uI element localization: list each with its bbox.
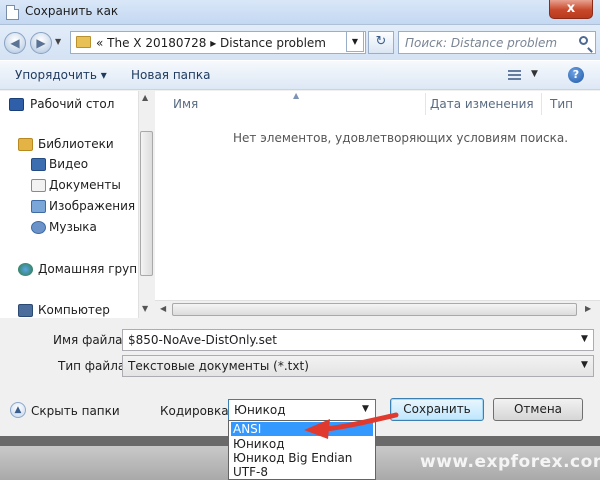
navigation-bar: ◀ ▶ ▼ « The X 20180728 ▸ Distance proble… (0, 25, 600, 60)
watermark: www.expforex.com (420, 452, 600, 472)
images-icon (31, 200, 46, 213)
scroll-down-icon[interactable]: ▼ (142, 304, 148, 313)
savetype-value: Текстовые документы (*.txt) (128, 359, 309, 373)
documents-icon (31, 179, 46, 192)
window-title: Сохранить как (25, 4, 119, 18)
computer-icon (18, 304, 33, 317)
taskbar-strip (0, 446, 228, 480)
back-button[interactable]: ◀ (4, 32, 26, 54)
nav-item-documents[interactable]: Документы (31, 178, 121, 192)
encoding-option-utf8[interactable]: UTF-8 (231, 465, 373, 479)
save-button[interactable]: Сохранить (390, 398, 484, 421)
homegroup-icon (18, 263, 33, 276)
filename-label: Имя файла: (53, 333, 127, 347)
nav-item-computer[interactable]: Компьютер (18, 303, 110, 317)
nav-item-music[interactable]: Музыка (31, 220, 97, 234)
scroll-right-icon[interactable]: ▶ (585, 304, 591, 313)
address-bar[interactable]: « The X 20180728 ▸ Distance problem (70, 31, 366, 54)
empty-search-message: Нет элементов, удовлетворяющих условиям … (233, 131, 569, 145)
encoding-option-unicode-big-endian[interactable]: Юникод Big Endian (231, 451, 373, 465)
address-breadcrumb[interactable]: « The X 20180728 ▸ Distance problem (96, 36, 326, 50)
scrollbar-thumb[interactable] (140, 131, 153, 276)
organize-button[interactable]: Упорядочить ▾ (15, 68, 107, 82)
file-list[interactable]: ▲ Имя Дата изменения Тип Нет элементов, … (155, 91, 600, 318)
folder-icon (76, 36, 91, 48)
window-frame-strip (376, 436, 600, 446)
cancel-button[interactable]: Отмена (493, 398, 583, 421)
video-icon (31, 158, 46, 171)
recent-locations-dropdown-icon[interactable]: ▼ (55, 37, 61, 46)
column-divider[interactable] (425, 93, 426, 115)
hide-folders-label: Скрыть папки (31, 404, 120, 418)
filename-field[interactable]: $850-NoAve-DistOnly.set ▼ (122, 329, 594, 351)
nav-pane-scrollbar[interactable]: ▲ ▼ (138, 91, 154, 318)
file-list-hscrollbar[interactable]: ◀ ▶ (155, 300, 600, 318)
red-arrow-annotation (304, 412, 399, 439)
savetype-dropdown-icon[interactable]: ▼ (581, 360, 588, 370)
scroll-up-icon[interactable]: ▲ (142, 93, 148, 102)
nav-item-libraries[interactable]: Библиотеки (18, 137, 114, 151)
savetype-select[interactable]: Текстовые документы (*.txt) ▼ (122, 355, 594, 377)
filename-value[interactable]: $850-NoAve-DistOnly.set (128, 333, 277, 347)
notepad-icon (6, 5, 19, 20)
close-button[interactable]: x (549, 0, 593, 19)
filename-dropdown-icon[interactable]: ▼ (581, 334, 588, 344)
address-dropdown-button[interactable]: ▼ (346, 31, 364, 52)
libraries-icon (18, 138, 33, 151)
window-frame-strip (0, 436, 228, 446)
refresh-button[interactable]: ↻ (368, 31, 394, 54)
encoding-label: Кодировка: (160, 404, 233, 418)
scrollbar-thumb[interactable] (172, 303, 577, 316)
column-divider[interactable] (541, 93, 542, 115)
navigation-pane: Рабочий стол Библиотеки Видео Документы … (0, 91, 154, 318)
column-header-date[interactable]: Дата изменения (430, 97, 534, 111)
help-icon[interactable]: ? (568, 67, 584, 83)
nav-item-homegroup[interactable]: Домашняя группа (18, 262, 152, 276)
search-input[interactable]: Поиск: Distance problem (398, 31, 596, 54)
music-icon (31, 221, 46, 234)
nav-item-images[interactable]: Изображения (31, 199, 135, 213)
new-folder-button[interactable]: Новая папка (131, 68, 210, 82)
view-options-icon[interactable] (508, 70, 521, 80)
savetype-label: Тип файла: (58, 359, 130, 373)
search-icon[interactable] (579, 36, 588, 45)
column-header-name[interactable]: Имя (173, 97, 198, 111)
forward-button[interactable]: ▶ (30, 32, 52, 54)
title-bar: Сохранить как x (0, 0, 600, 25)
scroll-left-icon[interactable]: ◀ (160, 304, 166, 313)
column-header-type[interactable]: Тип (550, 97, 573, 111)
sort-ascending-icon: ▲ (293, 91, 300, 100)
nav-item-video[interactable]: Видео (31, 157, 88, 171)
desktop-icon (9, 98, 24, 111)
encoding-value: Юникод (234, 403, 286, 417)
collapse-up-icon: ▲ (10, 402, 26, 418)
search-placeholder: Поиск: Distance problem (405, 36, 558, 50)
nav-item-desktop[interactable]: Рабочий стол (9, 97, 114, 111)
view-dropdown-icon[interactable]: ▼ (531, 69, 538, 79)
command-toolbar: Упорядочить ▾ Новая папка ▼ ? (0, 60, 600, 90)
